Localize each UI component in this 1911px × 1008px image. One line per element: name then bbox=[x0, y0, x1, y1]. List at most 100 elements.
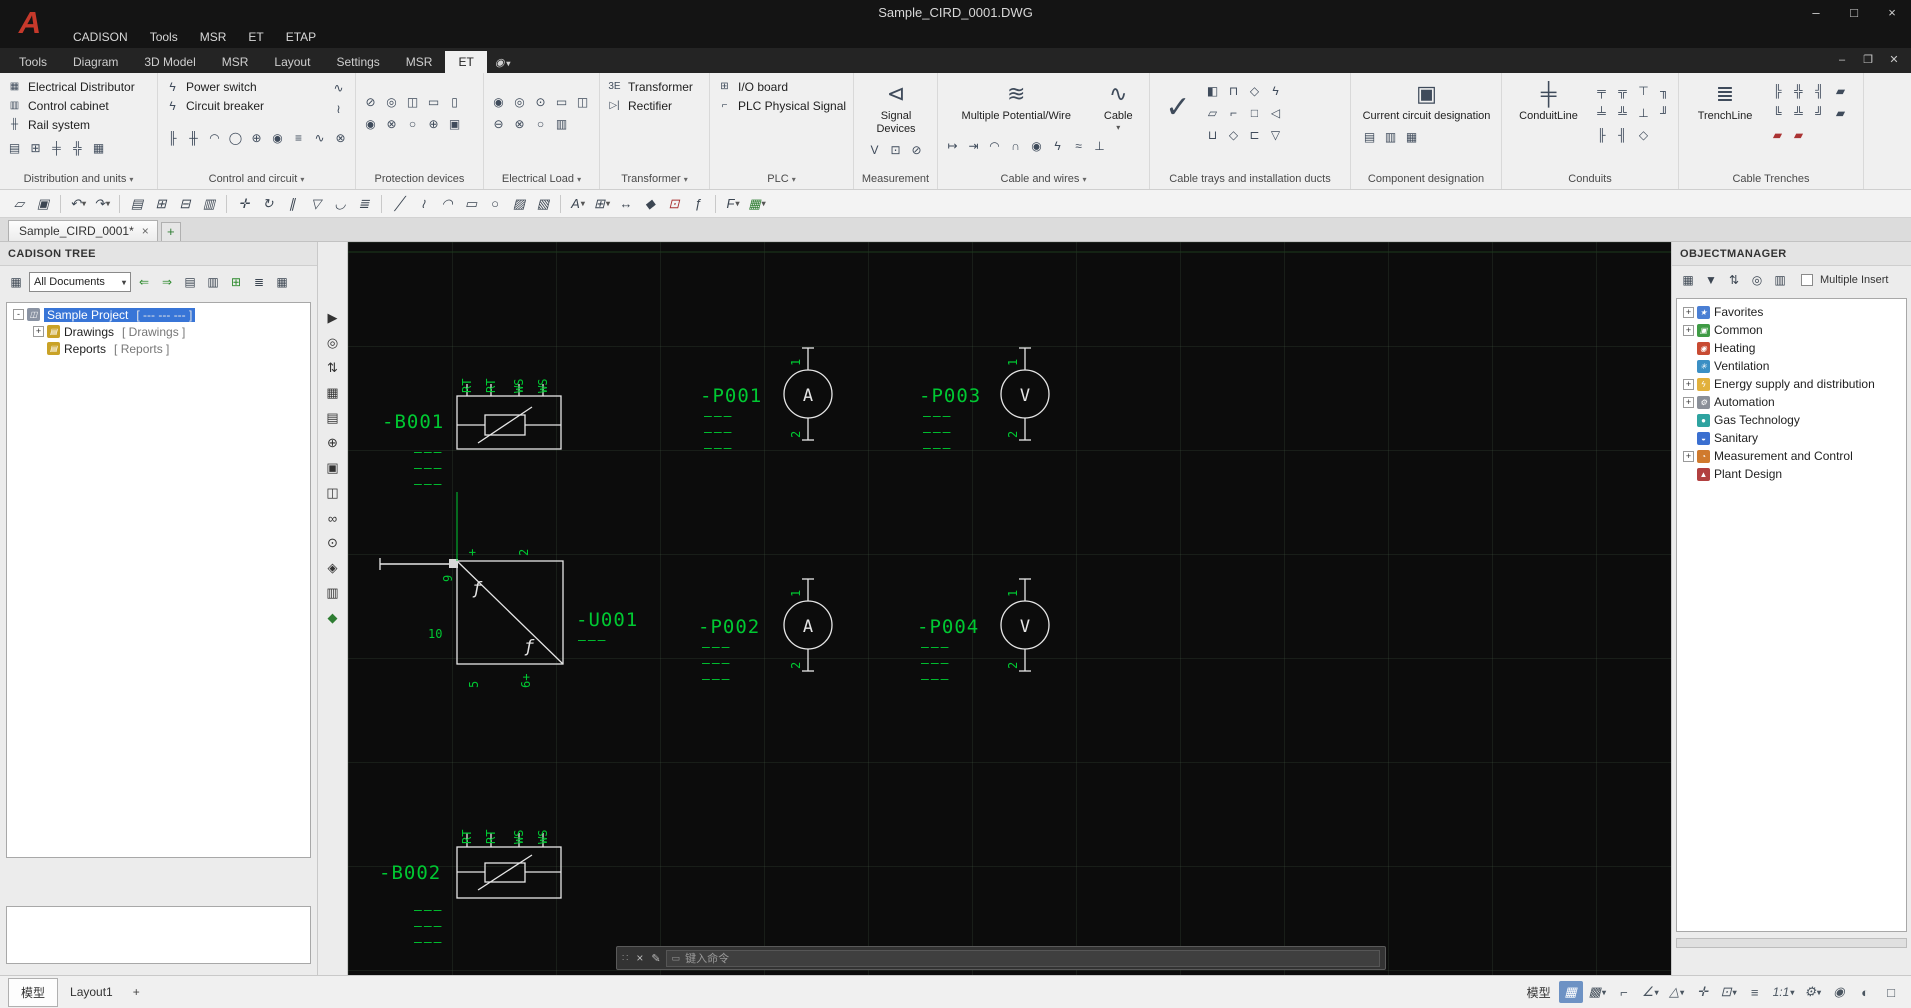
sort-icon[interactable]: ⇅ bbox=[1724, 270, 1744, 290]
panel-view-icon[interactable]: ◫ bbox=[321, 481, 345, 505]
trench-tool-icon[interactable]: ╠ bbox=[1769, 82, 1786, 99]
trench-tool-icon[interactable]: ▰ bbox=[1832, 82, 1849, 99]
circuit-tool-icon[interactable]: ∿ bbox=[311, 129, 328, 146]
measurement-tool-icon[interactable]: V bbox=[866, 141, 883, 158]
menu-msr[interactable]: MSR bbox=[189, 26, 238, 48]
transformer-button[interactable]: 3E Transformer bbox=[606, 77, 704, 96]
expand-icon[interactable]: + bbox=[1683, 451, 1694, 462]
group-title-transformer[interactable]: Transformer ▾ bbox=[600, 173, 709, 188]
menu-cadison[interactable]: CADISON bbox=[62, 26, 139, 48]
grid-view-icon[interactable]: ▦ bbox=[321, 381, 345, 405]
trench-tool-icon[interactable]: ╝ bbox=[1811, 104, 1828, 121]
circuit-breaker-button[interactable]: ϟ Circuit breaker bbox=[164, 96, 350, 115]
block-icon[interactable]: ◆ bbox=[639, 193, 661, 215]
cell-style-icon[interactable]: ▦▾ bbox=[746, 193, 768, 215]
tree-detail-list[interactable] bbox=[6, 906, 311, 964]
save-icon[interactable]: ▣ bbox=[32, 193, 54, 215]
trenchline-button[interactable]: ≣ TrenchLine bbox=[1685, 77, 1765, 124]
layers-icon[interactable]: ≣ bbox=[353, 193, 375, 215]
object-snap-toggle[interactable]: ⊡▾ bbox=[1717, 981, 1741, 1003]
distribution-tool-icon[interactable]: ╪ bbox=[48, 139, 65, 156]
move-icon[interactable]: ✛ bbox=[233, 193, 255, 215]
group-title-cable-and-wires[interactable]: Cable and wires ▾ bbox=[938, 173, 1149, 188]
conduitline-button[interactable]: ╪ ConduitLine bbox=[1508, 77, 1589, 124]
maximize-button[interactable]: □ bbox=[1835, 0, 1873, 26]
protection-tool-icon[interactable]: ▣ bbox=[446, 115, 463, 132]
close-button[interactable]: × bbox=[1873, 0, 1911, 26]
load-tool-icon[interactable]: ⊙ bbox=[532, 93, 549, 110]
search-icon[interactable]: ◎ bbox=[321, 331, 345, 355]
tray-tool-icon[interactable]: ◧ bbox=[1204, 82, 1221, 99]
open-icon[interactable]: ▱ bbox=[8, 193, 30, 215]
clean-screen-button[interactable]: □ bbox=[1879, 981, 1903, 1003]
protection-tool-icon[interactable]: ○ bbox=[404, 115, 421, 132]
objectmanager-item-sanitary[interactable]: ◒ Sanitary bbox=[1683, 429, 1906, 447]
field-icon[interactable]: ƒ bbox=[687, 193, 709, 215]
rotate-icon[interactable]: ↻ bbox=[257, 193, 279, 215]
group-title-plc[interactable]: PLC ▾ bbox=[710, 173, 853, 188]
conduit-tool-icon[interactable]: ╩ bbox=[1614, 104, 1631, 121]
trench-tool-icon[interactable]: ▰ bbox=[1832, 104, 1849, 121]
xref-icon[interactable]: ⊡ bbox=[663, 193, 685, 215]
list-mode-icon[interactable]: ▤ bbox=[180, 272, 200, 292]
conduit-tool-icon[interactable]: ╟ bbox=[1593, 126, 1610, 143]
plot-icon[interactable]: ▤ bbox=[126, 193, 148, 215]
multiple-insert-checkbox[interactable] bbox=[1801, 274, 1813, 286]
minimize-button[interactable]: – bbox=[1797, 0, 1835, 26]
conduit-tool-icon[interactable]: ⊥ bbox=[1635, 104, 1652, 121]
protection-tool-icon[interactable]: ◎ bbox=[383, 93, 400, 110]
conduit-tool-icon[interactable]: ╢ bbox=[1614, 126, 1631, 143]
designation-tool-icon[interactable]: ▤ bbox=[1361, 129, 1378, 146]
circuit-tool-icon[interactable]: ◯ bbox=[227, 129, 244, 146]
drawing-canvas[interactable]: -B001 RT RT WS WS ——— ——— ——— -U001 ——— … bbox=[348, 242, 1671, 975]
polar-tracking-toggle[interactable]: ∠▾ bbox=[1638, 981, 1663, 1003]
circuit-tool-icon[interactable]: ≡ bbox=[290, 129, 307, 146]
ribbon-tab-tools[interactable]: Tools bbox=[6, 51, 60, 73]
list-view-icon[interactable]: ▤ bbox=[321, 406, 345, 430]
menu-tools[interactable]: Tools bbox=[139, 26, 189, 48]
protection-tool-icon[interactable]: ⊗ bbox=[383, 115, 400, 132]
fillet-icon[interactable]: ◡ bbox=[329, 193, 351, 215]
link-icon[interactable]: ∞ bbox=[321, 506, 345, 530]
objectmanager-item-energy-supply[interactable]: + ϟ Energy supply and distribution bbox=[1683, 375, 1906, 393]
io-board-button[interactable]: ⊞ I/O board bbox=[716, 77, 848, 96]
objectmanager-item-measurement-control[interactable]: + ◔ Measurement and Control bbox=[1683, 447, 1906, 465]
catalog-icon[interactable]: ◈ bbox=[321, 556, 345, 580]
ribbon-tab-settings[interactable]: Settings bbox=[323, 51, 392, 73]
group-title-measurement[interactable]: Measurement bbox=[854, 173, 937, 188]
back-icon[interactable]: ⇐ bbox=[134, 272, 154, 292]
load-tool-icon[interactable]: ◉ bbox=[490, 93, 507, 110]
columns-icon[interactable]: ▦ bbox=[272, 272, 292, 292]
conduit-tool-icon[interactable]: ╜ bbox=[1656, 104, 1673, 121]
gradient-icon[interactable]: ▧ bbox=[532, 193, 554, 215]
plot-style-icon[interactable]: F▾ bbox=[722, 193, 744, 215]
circuit-tool-icon[interactable]: ╟ bbox=[164, 129, 181, 146]
tree-item-sample-project[interactable]: - ◫ Sample Project[ --- --- --- ] bbox=[7, 306, 310, 323]
distribution-tool-icon[interactable]: ⊞ bbox=[27, 139, 44, 156]
group-title-component-designation[interactable]: Component designation bbox=[1351, 173, 1501, 188]
conduit-tool-icon[interactable]: ◇ bbox=[1635, 126, 1652, 143]
arc-icon[interactable]: ◠ bbox=[436, 193, 458, 215]
distribution-tool-icon[interactable]: ▤ bbox=[6, 139, 23, 156]
protection-tool-icon[interactable]: ▭ bbox=[425, 93, 442, 110]
circuit-tool-icon[interactable]: ◠ bbox=[206, 129, 223, 146]
drag-grip-icon[interactable]: ∷ bbox=[622, 953, 628, 964]
app-logo-icon[interactable]: A bbox=[10, 3, 50, 43]
protection-tool-icon[interactable]: ◫ bbox=[404, 93, 421, 110]
electrical-distributor-button[interactable]: ▦ Electrical Distributor bbox=[6, 77, 152, 96]
group-title-control-and-circuit[interactable]: Control and circuit ▾ bbox=[158, 173, 355, 188]
expand-icon[interactable]: + bbox=[1683, 397, 1694, 408]
annotation-scale-button[interactable]: 1:1▾ bbox=[1769, 981, 1799, 1003]
new-tab-button[interactable]: + bbox=[161, 222, 181, 241]
multiple-potential-wire-button[interactable]: ≋ Multiple Potential/Wire bbox=[944, 77, 1089, 124]
tray-tool-icon[interactable]: ▽ bbox=[1267, 126, 1284, 143]
group-title-electrical-load[interactable]: Electrical Load ▾ bbox=[484, 173, 599, 188]
trench-tool-icon[interactable]: ╬ bbox=[1790, 82, 1807, 99]
measurement-tool-icon[interactable]: ⊡ bbox=[887, 141, 904, 158]
tree-item-reports[interactable]: ▤ Reports [ Reports ] bbox=[7, 340, 310, 357]
command-input[interactable]: ▭ 键入命令 bbox=[666, 950, 1380, 967]
wire-tool-icon[interactable]: ⊥ bbox=[1091, 138, 1108, 155]
ribbon-display-toggle[interactable]: ◉▾ bbox=[487, 52, 519, 73]
navigate-icon[interactable]: ▶ bbox=[321, 306, 345, 330]
load-tool-icon[interactable]: ⊗ bbox=[511, 115, 528, 132]
